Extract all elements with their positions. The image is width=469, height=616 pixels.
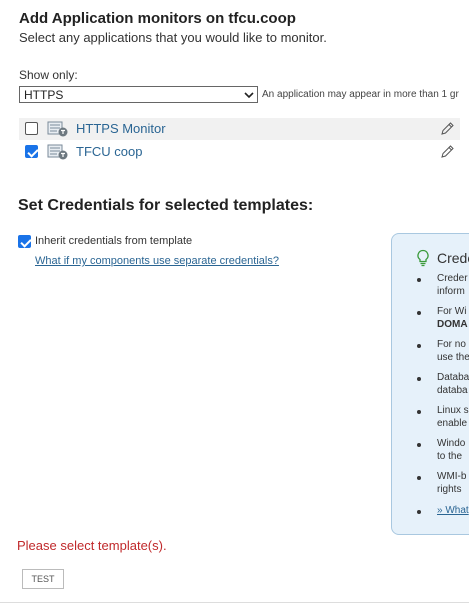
application-checkbox[interactable] [25,122,38,135]
group-select-value: HTTPS [24,88,64,102]
help-item-line: databa [437,385,468,396]
separate-credentials-link[interactable]: What if my components use separate crede… [35,255,279,267]
inherit-credentials-checkbox[interactable] [18,235,31,248]
edit-icon[interactable] [440,121,455,136]
application-name[interactable]: HTTPS Monitor [76,121,166,136]
show-only-label: Show only: [19,68,78,82]
credentials-help-panel: Crede Creder inform For Wi DOMA For no u… [391,233,469,535]
help-item-line: to the [437,451,463,462]
edit-icon[interactable] [440,144,455,159]
help-item-line: For no [437,339,466,350]
page-subtitle: Select any applications that you would l… [19,30,327,45]
help-item-line: For Wi [437,306,467,317]
credentials-section-title: Set Credentials for selected templates: [18,197,314,214]
help-item-line: WMI-b [437,471,467,482]
application-row: HTTPS Monitor [19,118,460,140]
group-select[interactable]: HTTPS [19,86,258,103]
help-item-line: inform [437,286,465,297]
help-item-line: Databa [437,372,469,383]
divider [0,602,469,603]
help-item-line: DOMA [437,319,468,330]
help-item-line: enable [437,418,468,429]
help-item-line: rights [437,484,462,495]
lightbulb-icon [417,249,429,267]
help-item-line: Linux s [437,405,469,416]
help-item-line: Creder [437,273,468,284]
template-icon [47,121,68,137]
help-item-line: Windo [437,438,466,449]
help-item-link[interactable]: » What [437,505,469,517]
application-row: TFCU coop [19,141,460,163]
template-icon [47,144,68,160]
inherit-credentials-label: Inherit credentials from template [35,235,193,247]
application-checkbox[interactable] [25,145,38,158]
page-title: Add Application monitors on tfcu.coop [19,10,296,27]
help-item-line: use the [437,352,469,363]
group-select-hint: An application may appear in more than 1… [262,89,459,100]
chevron-down-icon [244,92,254,99]
test-button[interactable]: TEST [22,569,64,589]
help-panel-title: Crede [437,250,469,266]
validation-error: Please select template(s). [17,538,167,553]
application-name[interactable]: TFCU coop [76,144,142,159]
